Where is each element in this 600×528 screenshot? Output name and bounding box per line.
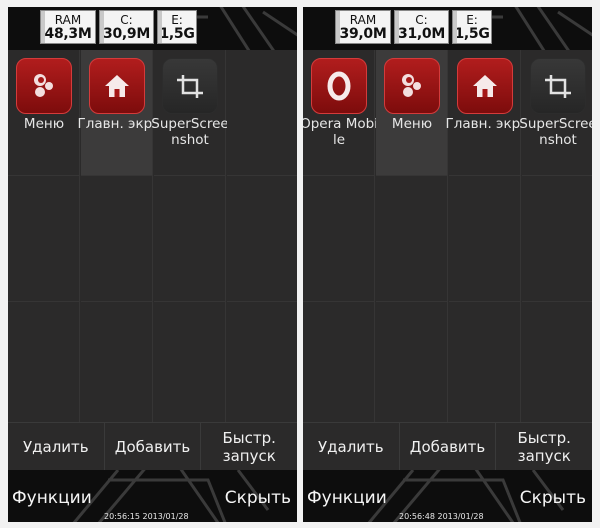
clock: 20:56:48 2013/01/28 bbox=[399, 512, 484, 521]
empty-tile[interactable] bbox=[303, 176, 375, 302]
drive-c-meter: C: 30,9M bbox=[99, 10, 154, 44]
home-icon bbox=[89, 58, 145, 114]
app-label: Главн. экр. bbox=[445, 116, 525, 132]
empty-tile[interactable] bbox=[303, 302, 375, 430]
drive-e-value: 1,5G bbox=[159, 26, 195, 42]
app-label: Меню bbox=[391, 116, 433, 132]
quick-launch-button[interactable]: Быстр. запуск bbox=[496, 423, 592, 471]
drive-e-meter: E: 1,5G bbox=[452, 10, 492, 44]
delete-button[interactable]: Удалить bbox=[303, 423, 400, 471]
app-label: Opera Mobile bbox=[303, 116, 378, 148]
app-label: SuperScreenshot bbox=[151, 116, 229, 148]
add-button[interactable]: Добавить bbox=[400, 423, 497, 471]
softkey-bar: Функции Скрыть 20:56:48 2013/01/28 bbox=[303, 470, 592, 522]
softkey-bar: Функции Скрыть 20:56:15 2013/01/28 bbox=[8, 470, 297, 522]
ram-value: 48,3M bbox=[44, 26, 92, 42]
empty-tile[interactable] bbox=[154, 176, 226, 302]
app-tile-menu[interactable]: Меню bbox=[8, 50, 80, 176]
empty-tile[interactable] bbox=[449, 302, 521, 430]
drive-c-label: C: bbox=[415, 13, 428, 27]
action-buttons: Удалить Добавить Быстр. запуск bbox=[303, 422, 592, 471]
empty-tile[interactable] bbox=[227, 176, 297, 302]
drive-e-value: 1,5G bbox=[454, 26, 490, 42]
ram-value: 39,0M bbox=[339, 26, 387, 42]
empty-tile[interactable] bbox=[376, 302, 448, 430]
opera-icon bbox=[311, 58, 367, 114]
empty-tile[interactable] bbox=[522, 176, 592, 302]
ram-meter: RAM 39,0M bbox=[335, 10, 391, 44]
functions-softkey[interactable]: Функции bbox=[307, 488, 387, 508]
quick-launch-button[interactable]: Быстр. запуск bbox=[201, 423, 297, 471]
ram-label: RAM bbox=[349, 13, 377, 27]
empty-tile[interactable] bbox=[227, 50, 297, 176]
hide-softkey[interactable]: Скрыть bbox=[520, 488, 586, 508]
add-button[interactable]: Добавить bbox=[105, 423, 202, 471]
empty-tile[interactable] bbox=[522, 302, 592, 430]
home-icon bbox=[457, 58, 513, 114]
empty-tile[interactable] bbox=[8, 302, 80, 430]
drive-e-label: E: bbox=[171, 13, 183, 27]
app-label: Главн. экр. bbox=[77, 116, 157, 132]
app-grid: Opera Mobile Меню Главн. экр. SuperScree… bbox=[303, 50, 592, 430]
screenshot-crop-icon bbox=[162, 58, 218, 114]
screenshot-crop-icon bbox=[530, 58, 586, 114]
app-label: SuperScreenshot bbox=[519, 116, 592, 148]
app-label: Меню bbox=[23, 116, 65, 132]
drive-e-label: E: bbox=[466, 13, 478, 27]
clock: 20:56:15 2013/01/28 bbox=[104, 512, 189, 521]
delete-button[interactable]: Удалить bbox=[8, 423, 105, 471]
app-tile-menu[interactable]: Меню bbox=[376, 50, 448, 176]
status-bar: RAM 48,3M C: 30,9M E: 1,5G bbox=[8, 7, 297, 50]
status-bar: RAM 39,0M C: 31,0M E: 1,5G bbox=[303, 7, 592, 50]
empty-tile[interactable] bbox=[227, 302, 297, 430]
empty-tile[interactable] bbox=[154, 302, 226, 430]
phone-screen-right: RAM 39,0M C: 31,0M E: 1,5G Opera Mobile bbox=[303, 7, 592, 522]
empty-tile[interactable] bbox=[376, 176, 448, 302]
action-buttons: Удалить Добавить Быстр. запуск bbox=[8, 422, 297, 471]
empty-tile[interactable] bbox=[81, 302, 153, 430]
empty-tile[interactable] bbox=[449, 176, 521, 302]
menu-icon bbox=[16, 58, 72, 114]
menu-icon bbox=[384, 58, 440, 114]
drive-c-value: 31,0M bbox=[398, 26, 445, 42]
app-tile-opera[interactable]: Opera Mobile bbox=[303, 50, 378, 176]
app-tile-home[interactable]: Главн. экр. bbox=[78, 50, 156, 176]
functions-softkey[interactable]: Функции bbox=[12, 488, 92, 508]
empty-tile[interactable] bbox=[8, 176, 80, 302]
drive-c-label: C: bbox=[120, 13, 133, 27]
drive-c-value: 30,9M bbox=[103, 26, 150, 42]
app-tile-home[interactable]: Главн. экр. bbox=[446, 50, 524, 176]
empty-tile[interactable] bbox=[81, 176, 153, 302]
app-tile-superscreenshot[interactable]: SuperScreenshot bbox=[151, 50, 229, 176]
phone-screen-left: RAM 48,3M C: 30,9M E: 1,5G Меню Главн. э… bbox=[8, 7, 297, 522]
drive-c-meter: C: 31,0M bbox=[394, 10, 449, 44]
ram-meter: RAM 48,3M bbox=[40, 10, 96, 44]
app-grid: Меню Главн. экр. SuperScreenshot bbox=[8, 50, 297, 430]
ram-label: RAM bbox=[54, 13, 82, 27]
drive-e-meter: E: 1,5G bbox=[157, 10, 197, 44]
hide-softkey[interactable]: Скрыть bbox=[225, 488, 291, 508]
app-tile-superscreenshot[interactable]: SuperScreenshot bbox=[519, 50, 592, 176]
